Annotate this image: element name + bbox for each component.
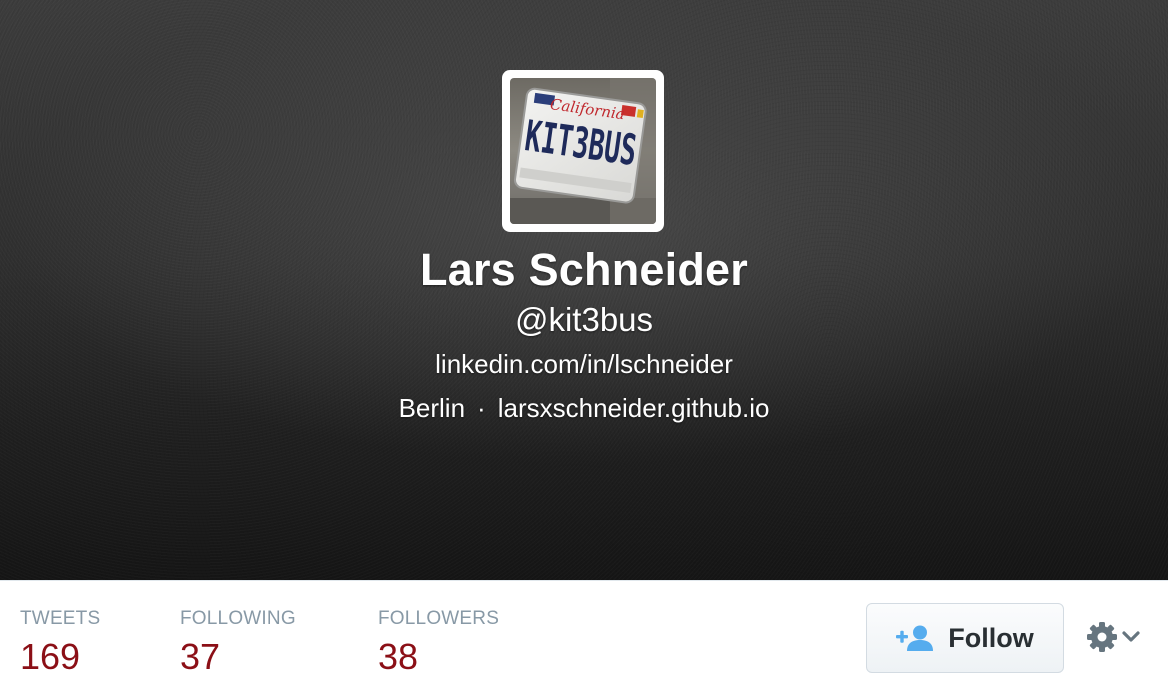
profile-header: California KIT3BUS Lars Schneider @kit3b… (0, 0, 1168, 580)
stat-label: TWEETS (20, 608, 101, 629)
stat-label: FOLLOWERS (378, 608, 500, 629)
profile-meta: Berlin · larsxschneider.github.io (0, 390, 1168, 426)
bio-link[interactable]: linkedin.com/in/lschneider (0, 346, 1168, 382)
chevron-down-icon (1122, 631, 1140, 642)
avatar[interactable]: California KIT3BUS (502, 70, 664, 232)
screen-name: @kit3bus (514, 301, 654, 338)
follow-label: Follow (948, 622, 1034, 653)
avatar-image: California KIT3BUS (510, 78, 656, 224)
add-user-icon (896, 625, 934, 651)
follow-button[interactable]: Follow (866, 603, 1064, 673)
gear-icon (1087, 622, 1117, 652)
stat-value: 169 (20, 636, 81, 677)
user-actions-dropdown[interactable] (1086, 619, 1146, 655)
stat-tweets[interactable]: TWEETS 169 (20, 607, 100, 679)
stat-followers[interactable]: FOLLOWERS 38 (378, 607, 499, 679)
stat-value: 37 (180, 636, 221, 677)
stat-value: 38 (378, 636, 419, 677)
profile-page: California KIT3BUS Lars Schneider @kit3b… (0, 0, 1168, 688)
stat-label: FOLLOWING (180, 608, 296, 629)
website-link[interactable]: larsxschneider.github.io (498, 393, 770, 423)
separator: · (477, 393, 486, 423)
stat-following[interactable]: FOLLOWING 37 (180, 607, 296, 679)
location: Berlin (398, 393, 466, 423)
stats-bar: TWEETS 169 FOLLOWING 37 FOLLOWERS 38 Fol… (0, 580, 1168, 688)
profile-name: Lars Schneider (420, 244, 748, 295)
